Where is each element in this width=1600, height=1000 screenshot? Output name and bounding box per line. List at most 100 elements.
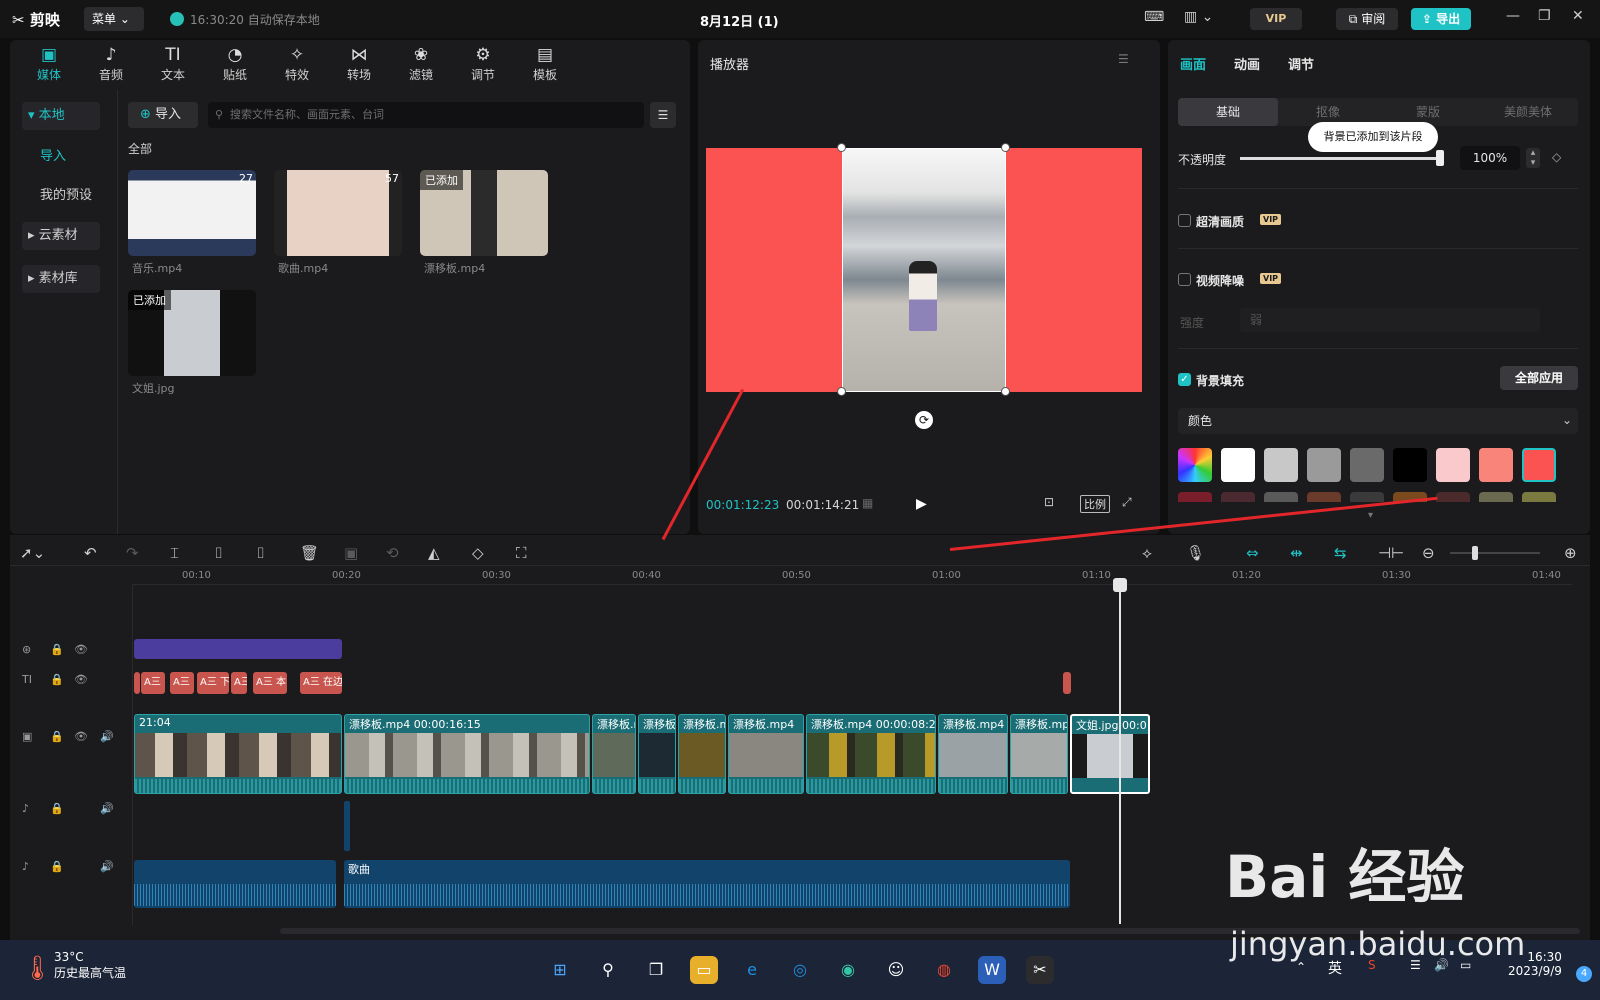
- video-clip[interactable]: 漂移板.mp4: [728, 714, 804, 794]
- audio-clip-song[interactable]: 歌曲: [344, 860, 1070, 908]
- custom-color-swatch[interactable]: [1178, 448, 1212, 482]
- stepper-icon[interactable]: ▴ ▾: [1526, 148, 1540, 168]
- text-clip[interactable]: [1063, 672, 1071, 694]
- text-clip[interactable]: A三 下: [197, 672, 229, 694]
- color-swatch[interactable]: [1479, 492, 1513, 502]
- subtab-beauty[interactable]: 美颜美体: [1478, 98, 1578, 126]
- color-swatch[interactable]: [1350, 448, 1384, 482]
- denoise-checkbox[interactable]: [1178, 273, 1191, 286]
- tab-media[interactable]: ▣ 媒体: [22, 44, 76, 83]
- text-clip[interactable]: A三: [141, 672, 165, 694]
- eye-icon[interactable]: 👁: [74, 643, 88, 656]
- task-view-icon[interactable]: ❐: [642, 956, 670, 984]
- keyframe-diamond-icon[interactable]: ◇: [1552, 150, 1561, 164]
- zoom-knob[interactable]: [1472, 546, 1478, 560]
- chrome-icon[interactable]: ◍: [930, 956, 958, 984]
- bg-fill-checkbox[interactable]: ✓: [1178, 373, 1191, 386]
- color-swatch[interactable]: [1307, 448, 1341, 482]
- windows-start-icon[interactable]: ⊞: [546, 956, 574, 984]
- zoom-out-icon[interactable]: ⊖: [1422, 544, 1435, 562]
- text-clip[interactable]: [134, 672, 140, 694]
- tab-sticker[interactable]: ◔ 贴纸: [208, 44, 262, 83]
- opacity-knob[interactable]: [1436, 150, 1444, 166]
- video-clip[interactable]: 漂移板.mp4 00:00:08:25: [806, 714, 936, 794]
- sidebar-item-library[interactable]: ▸ 素材库: [22, 265, 100, 293]
- text-clip[interactable]: A三: [231, 672, 247, 694]
- close-icon[interactable]: ✕: [1572, 8, 1584, 24]
- word-icon[interactable]: W: [978, 956, 1006, 984]
- lock-icon[interactable]: 🔒: [50, 860, 64, 873]
- tab-transition[interactable]: ⋈ 转场: [332, 44, 386, 83]
- select-cursor-icon[interactable]: ➚⌄: [20, 544, 45, 562]
- preview-image[interactable]: [842, 148, 1006, 392]
- layout-icon[interactable]: ▥ ⌄: [1184, 9, 1213, 25]
- menu-button[interactable]: 菜单 ⌄: [84, 7, 144, 31]
- search-input[interactable]: 搜索文件名称、画面元素、台词: [208, 102, 644, 128]
- time-ruler[interactable]: 00:10 00:20 00:30 00:40 00:50 01:00 01:1…: [132, 565, 1572, 585]
- audio-clip-small[interactable]: [344, 801, 350, 851]
- video-clip[interactable]: 漂移板.m: [592, 714, 636, 794]
- tab-animation[interactable]: 动画: [1234, 54, 1260, 73]
- media-item-skateboard[interactable]: 已添加: [420, 170, 548, 256]
- video-clip[interactable]: 21:04: [134, 714, 342, 794]
- vip-button[interactable]: VIP: [1250, 8, 1302, 30]
- export-button[interactable]: ⇪ 导出: [1411, 8, 1471, 30]
- microphone-icon[interactable]: 🎙: [1186, 544, 1205, 562]
- fullscreen-icon[interactable]: ⤢: [1122, 495, 1132, 510]
- fill-type-select[interactable]: 颜色: [1178, 408, 1578, 434]
- text-clip[interactable]: A三: [170, 672, 194, 694]
- subtab-basic[interactable]: 基础: [1178, 98, 1278, 126]
- browser-icon[interactable]: ◎: [786, 956, 814, 984]
- search-icon[interactable]: ⚲: [594, 956, 622, 984]
- tab-adjust[interactable]: ⚙ 调节: [456, 44, 510, 83]
- color-swatch[interactable]: [1307, 492, 1341, 502]
- split-right-icon[interactable]: ⌷: [256, 544, 265, 562]
- lock-icon[interactable]: 🔒: [50, 730, 64, 743]
- color-swatch[interactable]: [1522, 448, 1556, 482]
- speaker-icon[interactable]: 🔊: [100, 802, 114, 815]
- tab-adjust[interactable]: 调节: [1288, 54, 1314, 73]
- video-clip[interactable]: 漂移板.m: [678, 714, 726, 794]
- rotate-icon[interactable]: ◇: [472, 544, 484, 562]
- eye-icon[interactable]: 👁: [74, 673, 88, 686]
- screenshot-icon[interactable]: ⊡: [1044, 495, 1054, 509]
- menu-lines-icon[interactable]: ☰: [1118, 52, 1129, 66]
- resize-handle[interactable]: [837, 387, 846, 396]
- lock-icon[interactable]: 🔒: [50, 673, 64, 686]
- video-clip[interactable]: 漂移板: [638, 714, 676, 794]
- tab-text[interactable]: TI 文本: [146, 44, 200, 83]
- minimize-icon[interactable]: —: [1506, 8, 1520, 24]
- qq-icon[interactable]: ☺: [882, 956, 910, 984]
- media-item-music[interactable]: 27: [128, 170, 256, 256]
- rotate-icon[interactable]: ⟳: [915, 411, 933, 429]
- snap-icon[interactable]: ⇹: [1290, 544, 1303, 562]
- video-clip[interactable]: 漂移板.mp: [1010, 714, 1068, 794]
- resize-handle[interactable]: [1001, 143, 1010, 152]
- color-swatch[interactable]: [1350, 492, 1384, 502]
- color-swatch[interactable]: [1221, 448, 1255, 482]
- playhead[interactable]: [1119, 578, 1121, 924]
- opacity-slider[interactable]: [1240, 157, 1440, 160]
- video-clip[interactable]: 漂移板.mp4: [938, 714, 1008, 794]
- split-icon[interactable]: ⌶: [170, 544, 179, 562]
- redo-icon[interactable]: ↷: [126, 544, 139, 562]
- video-clip[interactable]: 漂移板.mp4 00:00:16:15: [344, 714, 590, 794]
- undo-icon[interactable]: ↶: [84, 544, 97, 562]
- apply-all-button[interactable]: 全部应用: [1500, 366, 1578, 390]
- color-swatch[interactable]: [1436, 448, 1470, 482]
- keyboard-icon[interactable]: ⌨: [1144, 9, 1164, 25]
- color-swatch[interactable]: [1264, 492, 1298, 502]
- color-swatch[interactable]: [1221, 492, 1255, 502]
- edge-browser-icon[interactable]: ◉: [834, 956, 862, 984]
- link-icon[interactable]: ⇔: [1246, 544, 1259, 562]
- delete-icon[interactable]: 🗑: [300, 544, 319, 562]
- color-swatch[interactable]: [1393, 448, 1427, 482]
- edge-icon[interactable]: e: [738, 956, 766, 984]
- list-view-button[interactable]: ☰: [650, 102, 676, 128]
- preview-axis-icon[interactable]: ⇆: [1334, 544, 1347, 562]
- lock-icon[interactable]: 🔒: [50, 802, 64, 815]
- split-view-icon[interactable]: ⊣⊢: [1378, 544, 1404, 562]
- audio-clip[interactable]: [134, 860, 336, 908]
- capcut-icon[interactable]: ✂: [1026, 956, 1054, 984]
- review-button[interactable]: ⧉ 审阅: [1336, 8, 1398, 30]
